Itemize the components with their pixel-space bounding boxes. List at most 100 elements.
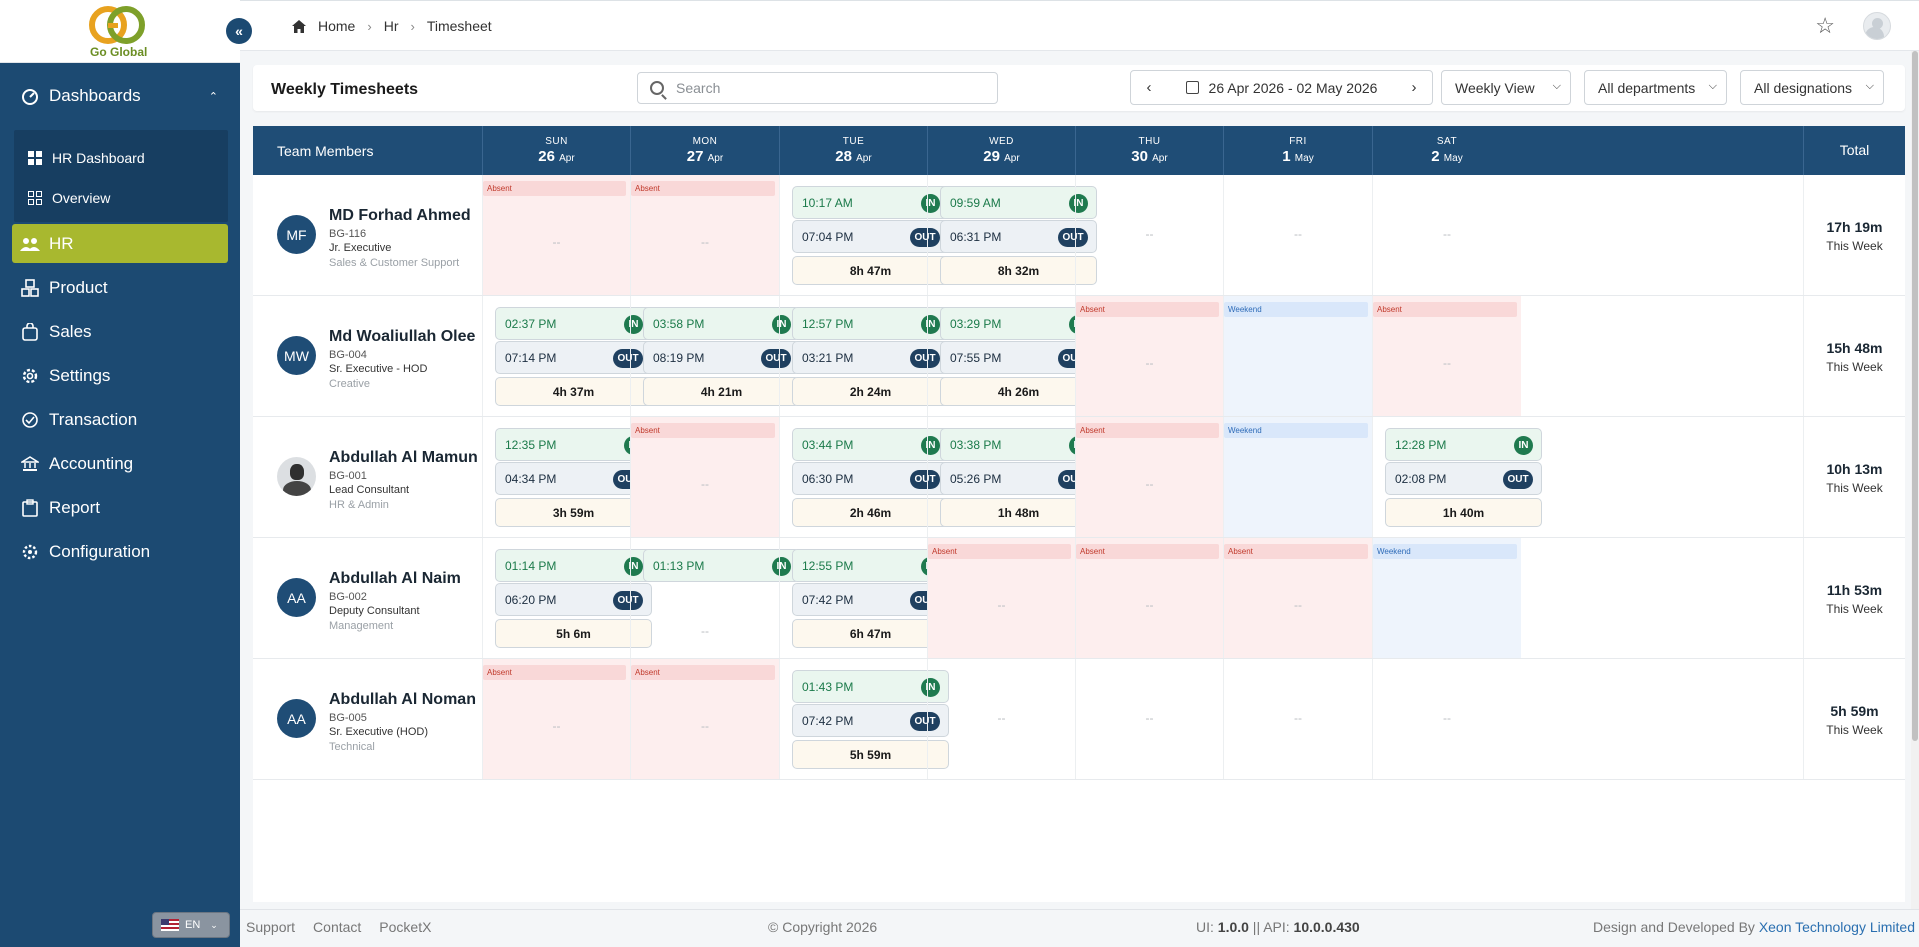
day-cell[interactable]: 01:43 PM IN 07:42 PM OUT 5h 59m (779, 659, 949, 779)
day-cell[interactable]: 01:14 PM IN 06:20 PM OUT 5h 6m (482, 538, 652, 658)
check-in-time[interactable]: 09:59 AM IN (940, 186, 1097, 219)
day-cell[interactable]: 12:28 PM IN 02:08 PM OUT 1h 40m (1372, 417, 1542, 537)
check-in-time[interactable]: 03:44 PM IN (792, 428, 949, 461)
footer-link-contact[interactable]: Contact (313, 919, 361, 935)
member-name[interactable]: Abdullah Al Mamun (329, 449, 478, 467)
check-out-time[interactable]: 07:04 PM OUT (792, 220, 949, 253)
check-out-time[interactable]: 04:34 PM OUT (495, 462, 652, 495)
check-out-time[interactable]: 06:31 PM OUT (940, 220, 1097, 253)
credit-link[interactable]: Xeon Technology Limited (1759, 919, 1915, 935)
footer-link-pocketx[interactable]: PocketX (379, 919, 431, 935)
next-week-button[interactable]: › (1396, 79, 1432, 96)
day-cell[interactable]: -- (1075, 175, 1223, 295)
check-out-time[interactable]: 02:08 PM OUT (1385, 462, 1542, 495)
footer-link-support[interactable]: Support (246, 919, 295, 935)
sidebar-item-transaction[interactable]: Transaction (0, 400, 240, 440)
check-in-time[interactable]: 01:43 PM IN (792, 670, 949, 703)
absent-tag: Absent (631, 665, 775, 680)
day-cell[interactable]: 12:55 PMIN07:42 PMOUT 6h 47m (779, 538, 949, 658)
sidebar-item-dashboards[interactable]: Dashboards ⌃ (0, 76, 240, 116)
check-in-time[interactable]: 03:58 PM IN (643, 307, 800, 340)
check-out-time[interactable]: 05:26 PM OUT (940, 462, 1097, 495)
day-cell[interactable]: -- (1075, 659, 1223, 779)
day-cell[interactable]: 12:35 PMIN04:34 PMOUT 3h 59m (482, 417, 652, 537)
check-out-time[interactable]: 07:42 PM OUT (792, 583, 949, 616)
date-range-display[interactable]: 26 Apr 2026 - 02 May 2026 (1167, 80, 1396, 96)
breadcrumb-hr[interactable]: Hr (384, 18, 399, 34)
check-in-time[interactable]: 03:38 PMIN (940, 428, 1097, 461)
designation-select[interactable]: All designations ⌵ (1740, 70, 1884, 105)
check-out-time[interactable]: 07:55 PM OUT (940, 341, 1097, 374)
day-cell[interactable]: -- (1223, 175, 1372, 295)
day-cell[interactable]: 02:37 PM IN 07:14 PM OUT 4h 37m (482, 296, 652, 416)
day-cell[interactable]: 10:17 AM IN 07:04 PM OUT 8h 47m (779, 175, 949, 295)
check-in-time[interactable]: 03:29 PMIN (940, 307, 1097, 340)
check-in-time[interactable]: 12:57 PM IN (792, 307, 949, 340)
search-input[interactable]: Search (637, 72, 998, 104)
day-cell[interactable]: 03:38 PMIN05:26 PMOUT 1h 48m (927, 417, 1097, 537)
view-select[interactable]: Weekly View ⌵ (1441, 70, 1571, 105)
home-icon[interactable] (292, 19, 306, 33)
day-cell[interactable]: Weekend (1223, 417, 1372, 537)
day-cell[interactable]: 12:57 PM IN 03:21 PM OUT 2h 24m (779, 296, 949, 416)
day-cell[interactable]: Absent -- (482, 659, 630, 779)
day-cell[interactable]: Absent -- (927, 538, 1075, 658)
day-cell[interactable]: Absent -- (630, 175, 779, 295)
check-in-time[interactable]: 01:13 PM IN (643, 549, 800, 582)
day-cell[interactable]: -- (1223, 659, 1372, 779)
check-in-time[interactable]: 12:35 PMIN (495, 428, 652, 461)
day-cell[interactable]: 03:44 PM IN 06:30 PM OUT 2h 46m (779, 417, 949, 537)
day-cell[interactable]: Absent -- (1223, 538, 1372, 658)
sidebar-item-overview[interactable]: Overview (28, 190, 110, 206)
member-name[interactable]: MD Forhad Ahmed (329, 207, 471, 225)
sidebar-item-configuration[interactable]: Configuration (0, 532, 240, 572)
day-cell[interactable]: Absent -- (630, 659, 779, 779)
day-cell[interactable]: Absent -- (630, 417, 779, 537)
check-out-time[interactable]: 08:19 PM OUT (643, 341, 800, 374)
sidebar-item-report[interactable]: Report (0, 488, 240, 528)
prev-week-button[interactable]: ‹ (1131, 79, 1167, 96)
sidebar-item-hr[interactable]: HR (0, 224, 240, 263)
sidebar-item-sales[interactable]: Sales (0, 312, 240, 352)
check-out-time[interactable]: 06:20 PM OUT (495, 583, 652, 616)
logo[interactable]: Go Global (0, 0, 240, 63)
day-cell[interactable]: Absent -- (1075, 417, 1223, 537)
sidebar-item-hr-dashboard[interactable]: HR Dashboard (28, 150, 145, 166)
check-in-time[interactable]: 10:17 AM IN (792, 186, 949, 219)
sidebar-item-accounting[interactable]: Accounting (0, 444, 240, 484)
check-out-time[interactable]: 07:42 PM OUT (792, 704, 949, 737)
language-select[interactable]: EN ⌄ (152, 912, 230, 938)
sidebar-item-product[interactable]: Product (0, 268, 240, 308)
day-cell[interactable]: Weekend (1372, 538, 1521, 658)
day-cell[interactable]: -- (1372, 659, 1521, 779)
day-cell[interactable]: 03:58 PM IN 08:19 PM OUT 4h 21m (630, 296, 800, 416)
day-cell[interactable]: Weekend (1223, 296, 1372, 416)
check-in-time[interactable]: 12:28 PM IN (1385, 428, 1542, 461)
check-in-time[interactable]: 01:14 PM IN (495, 549, 652, 582)
check-in-time[interactable]: 12:55 PMIN (792, 549, 949, 582)
day-cell[interactable]: 09:59 AM IN 06:31 PM OUT 8h 32m (927, 175, 1097, 295)
day-cell[interactable]: -- (1372, 175, 1521, 295)
sidebar-item-settings[interactable]: Settings (0, 356, 240, 396)
breadcrumb-home[interactable]: Home (318, 18, 355, 34)
user-avatar[interactable] (1863, 12, 1891, 40)
day-cell[interactable]: 01:13 PM IN -- (630, 538, 800, 658)
check-in-time[interactable]: 02:37 PM IN (495, 307, 652, 340)
check-out-time[interactable]: 03:21 PM OUT (792, 341, 949, 374)
collapse-sidebar-button[interactable]: « (226, 18, 252, 44)
scrollbar-thumb[interactable] (1912, 51, 1918, 741)
check-out-time[interactable]: 06:30 PM OUT (792, 462, 949, 495)
day-cell[interactable]: 03:29 PMIN07:55 PMOUT 4h 26m (927, 296, 1097, 416)
day-cell[interactable]: -- (927, 659, 1075, 779)
day-cell[interactable]: Absent -- (1075, 538, 1223, 658)
day-date: 30 Apr (1131, 148, 1168, 165)
member-name[interactable]: Abdullah Al Noman (329, 691, 476, 709)
star-icon[interactable]: ☆ (1815, 13, 1835, 39)
check-out-time[interactable]: 07:14 PM OUT (495, 341, 652, 374)
member-name[interactable]: Abdullah Al Naim (329, 570, 461, 588)
day-cell[interactable]: Absent -- (1372, 296, 1521, 416)
department-select[interactable]: All departments ⌵ (1584, 70, 1727, 105)
day-cell[interactable]: Absent -- (482, 175, 630, 295)
day-cell[interactable]: Absent -- (1075, 296, 1223, 416)
member-name[interactable]: Md Woaliullah Olee (329, 328, 475, 346)
